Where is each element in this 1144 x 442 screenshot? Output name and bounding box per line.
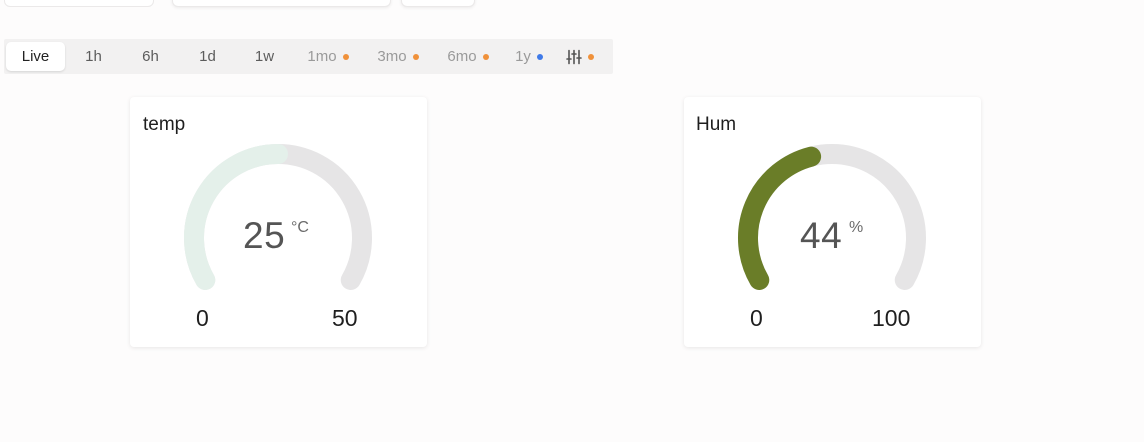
range-1y-button[interactable]: 1y [503,42,555,71]
premium-dot-icon [536,53,543,60]
range-6h-button[interactable]: 6h [122,42,179,71]
gauge-max-label: 50 [332,305,358,331]
temp-gauge-widget[interactable]: temp 25 °C 0 50 [130,97,427,347]
range-1h-button[interactable]: 1h [65,42,122,71]
gauge-max-label: 100 [872,305,911,331]
dashboard-canvas: Live 1h 6h 1d 1w 1mo 3mo 6mo 1y temp 25 … [0,0,1144,442]
top-control-middle[interactable] [172,0,391,7]
gauge-unit: % [849,219,864,236]
gauge-unit: °C [291,219,309,236]
range-label: Live [21,48,50,65]
range-label: 6mo [447,48,477,65]
range-label: 1y [515,48,531,65]
top-control-right[interactable] [401,0,475,7]
custom-range-button[interactable] [555,42,605,71]
gauge-min-label: 0 [196,305,209,331]
range-1d-button[interactable]: 1d [179,42,236,71]
gauge-value: 44 [800,215,843,256]
top-control-left[interactable] [4,0,154,7]
range-label: 1w [254,48,275,65]
range-label: 1mo [307,48,337,65]
gauge-value: 25 [243,215,286,256]
hum-gauge-widget[interactable]: Hum 44 % 0 100 [684,97,981,347]
sliders-icon [566,49,582,64]
range-live-button[interactable]: Live [6,42,65,71]
range-label: 3mo [377,48,407,65]
range-label: 6h [142,48,159,65]
range-1mo-button[interactable]: 1mo [293,42,363,71]
range-3mo-button[interactable]: 3mo [363,42,433,71]
range-label: 1h [85,48,102,65]
range-label: 1d [199,48,216,65]
premium-dot-icon [588,53,594,60]
premium-dot-icon [482,53,489,60]
range-1w-button[interactable]: 1w [236,42,293,71]
gauge-min-label: 0 [750,305,763,331]
premium-dot-icon [342,53,349,60]
range-6mo-button[interactable]: 6mo [433,42,503,71]
time-range-selector: Live 1h 6h 1d 1w 1mo 3mo 6mo 1y [4,39,613,74]
premium-dot-icon [412,53,419,60]
